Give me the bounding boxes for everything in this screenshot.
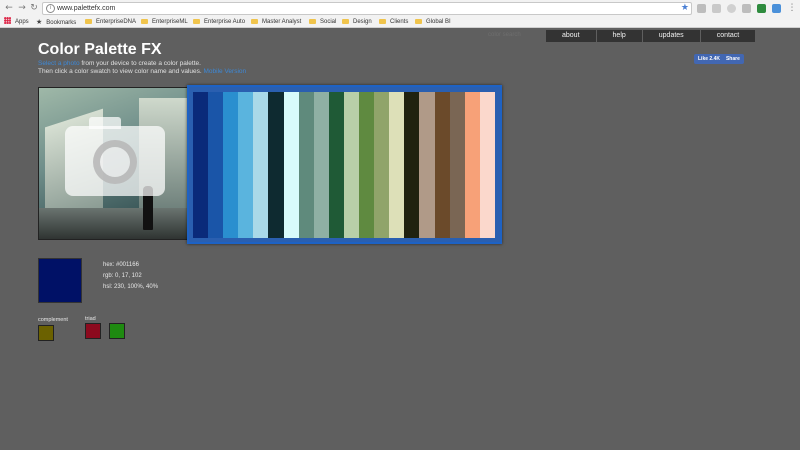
address-bar[interactable]: i www.palettefx.com ★ [42,2,692,15]
folder-icon [379,19,386,24]
forward-icon[interactable]: → [17,3,27,13]
hsl-value: hsl: 230, 100%, 40% [103,284,159,290]
color-search-label[interactable]: color search [488,32,521,38]
color-swatch[interactable] [298,92,314,238]
triad-swatch[interactable] [109,323,125,339]
bookmark-folder[interactable]: Social [309,17,336,28]
complement-swatch[interactable] [38,325,54,341]
nav-updates[interactable]: updates [641,30,700,42]
extension-icon[interactable] [742,4,751,13]
color-swatch[interactable] [283,92,299,238]
color-swatch[interactable] [343,92,360,238]
facebook-share-button[interactable]: Share [726,54,740,64]
nav-contact[interactable]: contact [699,30,756,42]
browser-chrome: ← → ↻ i www.palettefx.com ★ ⋮ Apps ★ Book… [0,0,800,28]
reload-icon[interactable]: ↻ [29,3,39,13]
extension-icon[interactable] [727,4,736,13]
bookmark-folder[interactable]: Enterprise Auto [193,17,245,28]
extension-icon[interactable] [757,4,766,13]
color-swatch[interactable] [404,92,420,238]
facebook-widget: Like 2.4K Share [694,54,744,64]
folder-icon [193,19,200,24]
triad-label: triad [85,316,96,322]
folder-icon [309,19,316,24]
photo-preview[interactable] [38,87,188,240]
color-swatch[interactable] [464,92,480,238]
bookmark-bookmarks[interactable]: ★ Bookmarks [36,17,76,28]
color-palette [187,85,502,244]
selected-color-swatch [38,258,82,303]
folder-icon [342,19,349,24]
folder-icon [415,19,422,24]
bookmark-folder[interactable]: Clients [379,17,408,28]
color-swatch[interactable] [389,92,405,238]
mobile-version-link[interactable]: Mobile Version [203,68,246,75]
bookmark-folder[interactable]: EnterpriseDNA [85,17,136,28]
color-swatch[interactable] [328,92,344,238]
facebook-like-button[interactable]: Like 2.4K [698,54,720,64]
menu-icon[interactable]: ⋮ [787,3,797,13]
color-swatch[interactable] [419,92,435,238]
nav-about[interactable]: about [545,30,596,42]
color-swatch[interactable] [253,92,269,238]
nav-help[interactable]: help [595,30,642,42]
folder-icon [85,19,92,24]
info-icon[interactable]: i [46,4,55,13]
complement-label: complement [38,317,68,323]
color-swatch[interactable] [193,92,209,238]
color-swatch[interactable] [208,92,224,238]
camera-icon[interactable] [65,117,165,196]
bookmark-apps[interactable]: Apps [4,17,29,28]
url-text: www.palettefx.com [57,5,116,12]
color-swatch[interactable] [268,92,284,238]
extension-icon[interactable] [697,4,706,13]
top-nav: about help updates contact [545,30,756,42]
color-swatch[interactable] [479,92,495,238]
select-photo-link[interactable]: Select a photo [38,60,80,67]
color-swatch[interactable] [313,92,329,238]
color-swatch[interactable] [434,92,450,238]
color-swatch[interactable] [374,92,390,238]
bookmark-folder[interactable]: Global BI [415,17,451,28]
folder-icon [141,19,148,24]
color-swatch[interactable] [223,92,239,238]
swatch-strip [193,92,495,238]
page-title: Color Palette FX [38,41,162,58]
extension-icon[interactable] [712,4,721,13]
rgb-value: rgb: 0, 17, 102 [103,273,142,279]
apps-icon [4,17,11,24]
extension-icon[interactable] [772,4,781,13]
folder-icon [251,19,258,24]
page-body: color search about help updates contact … [0,28,800,450]
bookmark-star-icon[interactable]: ★ [681,3,689,14]
star-icon: ★ [36,19,43,26]
address-row: ← → ↻ i www.palettefx.com ★ ⋮ [0,0,800,17]
intro-text: Select a photo from your device to creat… [38,60,247,75]
bookmarks-bar: Apps ★ Bookmarks EnterpriseDNA Enterprise… [0,17,800,28]
hex-value: hex: #001166 [103,262,139,268]
color-swatch[interactable] [449,92,465,238]
back-icon[interactable]: ← [4,3,14,13]
color-swatch[interactable] [238,92,254,238]
bookmark-folder[interactable]: Design [342,17,372,28]
triad-swatch[interactable] [85,323,101,339]
color-swatch[interactable] [359,92,375,238]
bookmark-folder[interactable]: Master Analyst [251,17,301,28]
color-values: hex: #001166 rgb: 0, 17, 102 hsl: 230, 1… [103,260,158,293]
bookmark-folder[interactable]: EnterpriseML [141,17,188,28]
